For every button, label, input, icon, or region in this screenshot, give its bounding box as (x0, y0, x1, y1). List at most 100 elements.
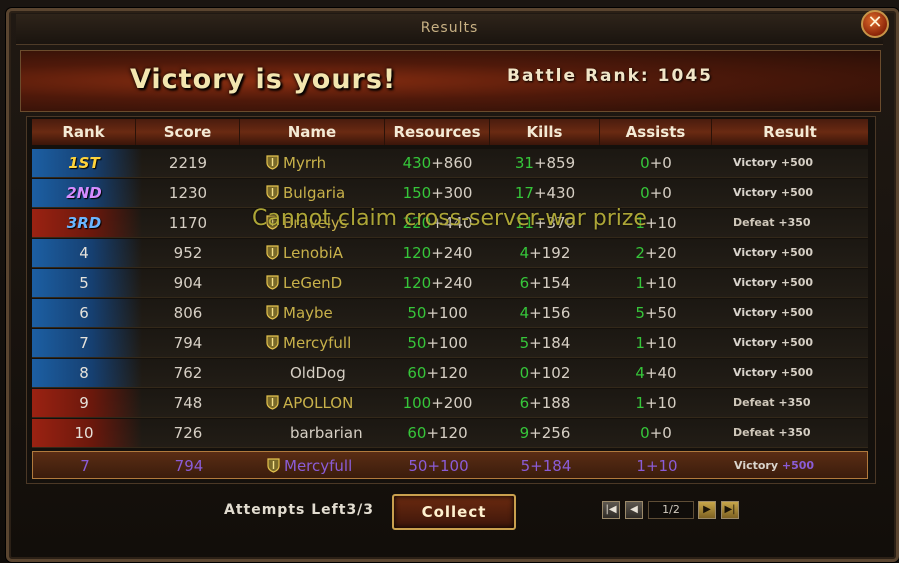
guild-shield-icon (266, 275, 279, 290)
kills-base: 4 (519, 244, 530, 262)
resources-base: 100 (402, 394, 432, 412)
attempts-left: Attempts Left3/3 (224, 502, 374, 518)
resources-bonus: +100 (426, 334, 468, 352)
row-resources: 60+120 (385, 359, 490, 387)
guild-shield-icon (266, 155, 279, 170)
my-name: Mercyfull (241, 452, 386, 480)
result-label: Defeat (733, 426, 775, 439)
player-name: Maybe (283, 304, 333, 322)
kills-bonus: +102 (529, 364, 571, 382)
guild-shield-icon (266, 395, 279, 410)
last-page-icon[interactable]: ▶| (721, 501, 739, 519)
row-resources: 120+240 (385, 239, 490, 267)
first-page-icon[interactable]: |◀ (602, 501, 620, 519)
row-name: Mercyfull (240, 329, 385, 357)
row-resources: 100+200 (385, 389, 490, 417)
kills-bonus: +184 (529, 334, 571, 352)
assists-base: 0 (640, 184, 650, 202)
prev-page-icon[interactable]: ◀ (625, 501, 643, 519)
row-name: LeGenD (240, 269, 385, 297)
row-result: Victory +500 (712, 179, 868, 207)
row-resources: 60+120 (385, 419, 490, 447)
window-title: Results (420, 20, 479, 36)
result-points: +500 (780, 186, 814, 199)
row-score: 952 (173, 244, 203, 262)
result-points: +500 (780, 366, 814, 379)
row-assists: 0+0 (600, 179, 712, 207)
resources-bonus: +100 (426, 304, 468, 322)
table-row: 8 762 OldDog 60+120 0+102 4+40 Victory +500 (32, 359, 868, 388)
header-score: Score (136, 119, 240, 145)
result-label: Defeat (733, 396, 775, 409)
player-name: Myrrh (283, 154, 327, 172)
row-score: 748 (173, 394, 203, 412)
player-name: Bulgaria (283, 184, 346, 202)
result-label: Victory (733, 246, 778, 259)
collect-button[interactable]: Collect (392, 494, 516, 530)
row-name: Maybe (240, 299, 385, 327)
row-result: Victory +500 (712, 269, 868, 297)
assists-base: 1 (635, 394, 645, 412)
row-rank: 4 (79, 244, 89, 262)
row-kills: 11+370 (490, 209, 600, 237)
table-row: 6 806 Maybe 50+100 4+156 5+50 Victory +500 (32, 299, 868, 328)
next-page-icon[interactable]: ▶ (698, 501, 716, 519)
battle-rank-label: Battle Rank: (507, 66, 650, 86)
my-name-text: Mercyfull (284, 457, 353, 475)
attempts-label: Attempts Left (224, 502, 347, 518)
row-assists: 1+10 (600, 269, 712, 297)
player-name: Mercyfull (283, 334, 352, 352)
result-points: +350 (778, 216, 811, 229)
table-row: 7 794 Mercyfull 50+100 5+184 1+10 Victory +500 (32, 329, 868, 358)
resources-bonus: +200 (431, 394, 473, 412)
my-kills: 5+184 (491, 452, 601, 480)
assists-bonus: +40 (644, 364, 677, 382)
kills-base: 0 (519, 364, 530, 382)
assists-bonus: +10 (644, 334, 677, 352)
row-assists: 4+40 (600, 359, 712, 387)
assists-bonus: +0 (649, 154, 672, 172)
row-rank: 9 (79, 394, 89, 412)
header-result: Result (712, 119, 868, 145)
resources-base: 220 (402, 214, 432, 232)
resources-base: 120 (402, 274, 432, 292)
kills-bonus: +430 (533, 184, 576, 202)
assists-bonus: +10 (644, 274, 677, 292)
table-row: 2ND 1230 Bulgaria 150+300 17+430 0+0 Victory +… (32, 179, 868, 208)
result-points: +500 (780, 336, 814, 349)
kills-base: 9 (519, 424, 530, 442)
row-rank: 7 (79, 334, 89, 352)
row-resources: 150+300 (385, 179, 490, 207)
guild-shield-icon (266, 245, 279, 260)
row-result: Victory +500 (712, 359, 868, 387)
row-assists: 1+10 (600, 389, 712, 417)
row-result: Defeat +350 (712, 389, 868, 417)
resources-base: 150 (402, 184, 432, 202)
kills-base: 11 (514, 214, 534, 232)
my-assists: 1+10 (601, 452, 713, 480)
row-score: 2219 (168, 154, 208, 172)
row-kills: 6+154 (490, 269, 600, 297)
table-row: 5 904 LeGenD 120+240 6+154 1+10 Victory +500 (32, 269, 868, 298)
guild-shield-icon (266, 215, 279, 230)
resources-base: 430 (402, 154, 432, 172)
resources-bonus: +440 (431, 214, 473, 232)
header-name: Name (240, 119, 385, 145)
close-button[interactable]: ✕ (861, 10, 889, 38)
result-label: Victory (733, 156, 778, 169)
attempts-value: 3/3 (346, 502, 375, 518)
row-score: 762 (173, 364, 203, 382)
my-result-row: 7 794 Mercyfull 50+100 5+184 1+10 Victor… (32, 451, 868, 479)
row-resources: 120+240 (385, 269, 490, 297)
row-score: 904 (173, 274, 203, 292)
result-points: +500 (780, 306, 814, 319)
table-row: 10 726 barbarian 60+120 9+256 0+0 Defeat +350 (32, 419, 868, 448)
row-kills: 0+102 (490, 359, 600, 387)
resources-base: 60 (407, 364, 427, 382)
row-assists: 0+0 (600, 419, 712, 447)
resources-bonus: +240 (431, 244, 473, 262)
resources-bonus: +120 (426, 364, 468, 382)
header-resources: Resources (385, 119, 490, 145)
assists-bonus: +10 (644, 394, 677, 412)
player-name: OldDog (290, 364, 346, 382)
